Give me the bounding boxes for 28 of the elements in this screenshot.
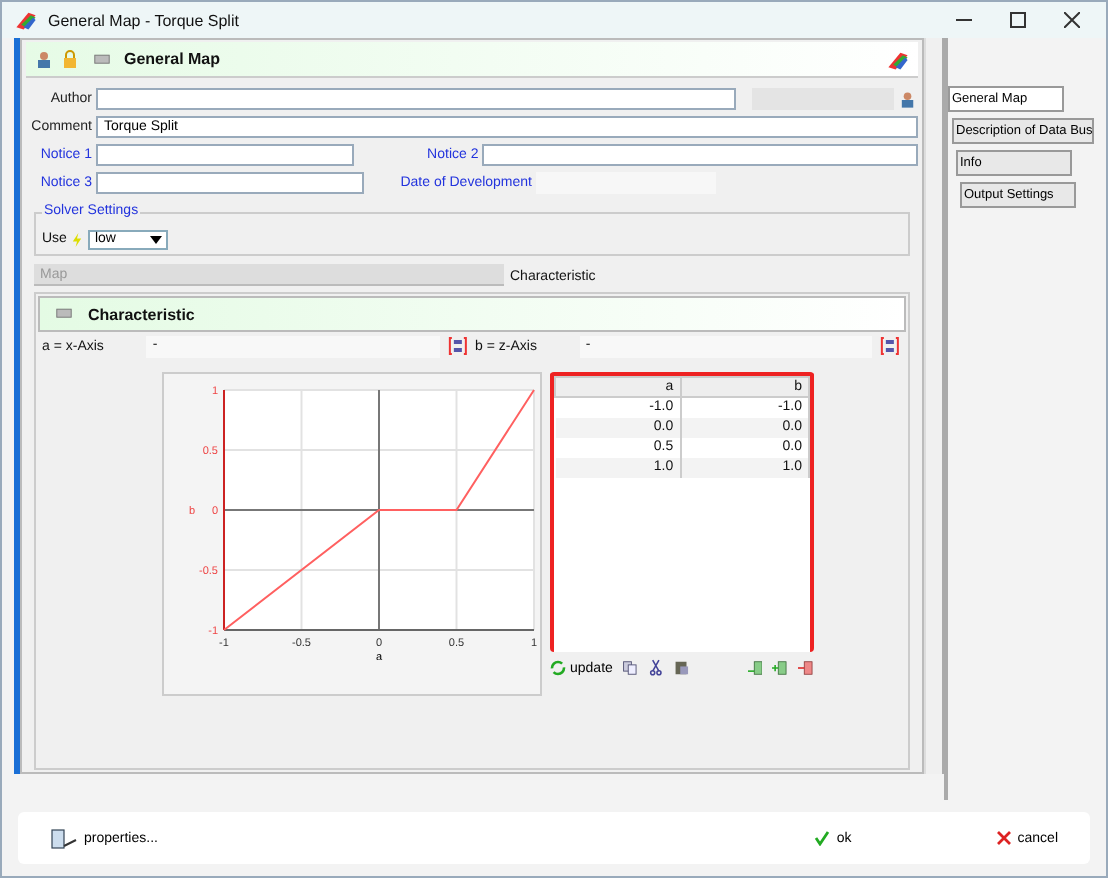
app-icon xyxy=(14,8,38,32)
delete-row-icon xyxy=(798,658,815,678)
user-icon xyxy=(898,89,918,109)
dropdown-caret-icon xyxy=(150,235,163,243)
insert-row-icon xyxy=(772,658,789,678)
paste-icon xyxy=(674,658,690,678)
close-icon xyxy=(1064,12,1080,28)
user-icon xyxy=(34,49,54,69)
notice-field[interactable] xyxy=(482,144,918,166)
add-row-icon xyxy=(747,658,763,678)
unit-icon xyxy=(445,336,470,356)
check-icon xyxy=(814,830,831,846)
panel-title: Characteristic xyxy=(88,305,197,323)
unit-icon xyxy=(878,336,903,356)
window-title: General Map - Torque Split xyxy=(48,11,241,29)
properties-icon xyxy=(50,826,78,850)
notice-field[interactable] xyxy=(96,172,364,194)
notice-field[interactable] xyxy=(96,144,355,166)
lock-icon xyxy=(60,49,80,69)
refresh-icon xyxy=(550,660,566,676)
scrollbar[interactable] xyxy=(924,38,944,774)
copy-icon xyxy=(622,658,639,678)
maximize-icon xyxy=(1010,12,1026,28)
cut-icon xyxy=(648,658,665,678)
panel-title: General Map xyxy=(124,50,223,68)
author-field[interactable] xyxy=(96,88,736,110)
rainbow-icon xyxy=(886,47,910,71)
cancel-icon xyxy=(995,830,1012,846)
